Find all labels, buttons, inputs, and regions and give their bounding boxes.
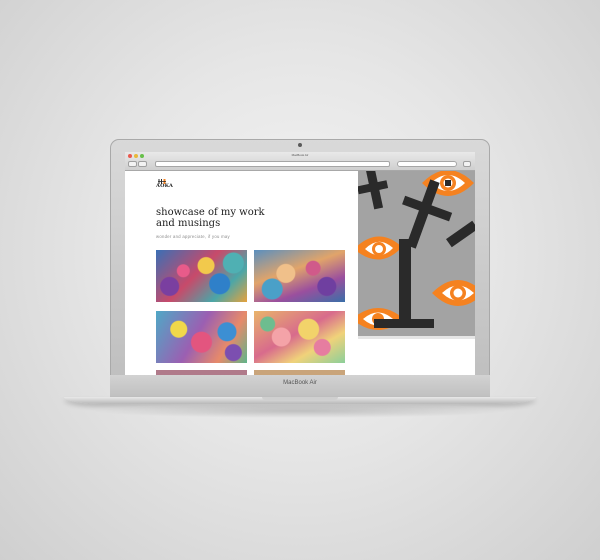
- back-button[interactable]: [128, 161, 137, 167]
- search-field[interactable]: [397, 161, 457, 167]
- forward-button[interactable]: [138, 161, 147, 167]
- hero-footer-strip: [358, 336, 475, 339]
- window-title: MacBook Air: [291, 153, 309, 157]
- page-tagline: wonder and appreciate, if you may: [156, 234, 230, 239]
- page-headline: showcase of my work and musings: [156, 207, 316, 229]
- browser-chrome: MacBook Air: [125, 152, 475, 171]
- device-brand-label: MacBook Air: [283, 380, 317, 386]
- hero-artwork-graphic: [358, 171, 475, 336]
- headline-line-1: showcase of my work: [156, 207, 265, 218]
- logo-text: AOKA: [156, 183, 174, 189]
- laptop-bottom-bezel: [110, 375, 490, 397]
- laptop-shadow: [90, 404, 510, 418]
- headline-line-2: and musings: [156, 218, 221, 229]
- hero-artwork: [358, 171, 475, 336]
- artwork-thumbnail-3[interactable]: [156, 311, 247, 363]
- camera-icon: [298, 143, 302, 147]
- reader-button[interactable]: [463, 161, 471, 167]
- site-logo[interactable]: AOKA: [156, 179, 173, 189]
- web-page: AOKA showcase of my work and musings won…: [125, 171, 475, 375]
- address-bar[interactable]: [155, 161, 390, 167]
- artwork-thumbnail-1[interactable]: [156, 250, 247, 302]
- artwork-thumbnail-4[interactable]: [254, 311, 345, 363]
- laptop-screen: MacBook Air AOKA showcase of my work and…: [125, 152, 475, 375]
- artwork-thumbnail-2[interactable]: [254, 250, 345, 302]
- laptop-opening-notch: [262, 397, 338, 400]
